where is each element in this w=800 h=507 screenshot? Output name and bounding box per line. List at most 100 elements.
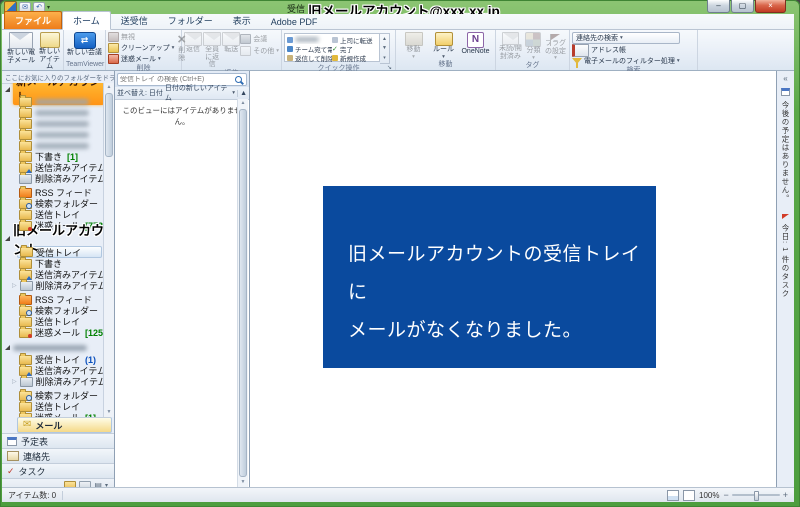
ignore-label: 無視 [121, 34, 135, 41]
todo-bar[interactable]: « 今後の予定はありません。 今日: 1 件のタスク [776, 71, 794, 487]
expander-open-icon[interactable] [5, 87, 10, 92]
quick-steps-gallery: 上司に転送 チーム宛て電子メ... ✓ 完了 返信して削除 [284, 33, 380, 62]
follow-up-label: フラグの設定 [545, 40, 567, 55]
dropdown-icon: ▾ [442, 53, 445, 60]
tab-adobe-pdf[interactable]: Adobe PDF [261, 15, 328, 29]
onenote-button[interactable]: N OneNote [460, 31, 492, 56]
more-respond-label: その他 [253, 48, 275, 55]
junk-button[interactable]: 迷惑メール ▾ [108, 54, 174, 64]
close-button[interactable]: × [755, 0, 786, 13]
quick-steps-scroll[interactable]: ▲ ▼ ▾ [380, 33, 390, 64]
zoom-knob[interactable] [753, 491, 759, 501]
folder-row-deleted[interactable]: 削除済みアイテム [2, 171, 104, 184]
meeting-label: 会議 [253, 36, 268, 43]
module-calendar[interactable]: 予定表 [2, 433, 114, 448]
forward-label: 転送 [224, 46, 239, 53]
quick-step-label: 返信して削除 [295, 55, 332, 63]
tree-scrollbar[interactable]: ▲ ▼ [103, 83, 114, 417]
zoom-track[interactable] [731, 491, 780, 501]
folder-row-redacted[interactable] [2, 105, 104, 118]
zoom-out-icon[interactable]: − [723, 490, 728, 500]
sort-direction-icon[interactable]: ▲ [237, 89, 247, 97]
quick-step-forward-boss[interactable]: 上司に転送 [332, 35, 377, 44]
quick-step-label: 新規作成 [340, 55, 366, 63]
module-mail[interactable]: ✉ メール [17, 417, 112, 433]
sort-by-button[interactable]: 並べ替え: 日付 [117, 88, 163, 98]
reply-all-button[interactable]: 全員に返信 [202, 31, 222, 69]
new-items-icon [39, 32, 60, 48]
tab-folder[interactable]: フォルダー [158, 12, 223, 29]
account-row-old[interactable]: 旧メールアカウント [2, 223, 104, 257]
dropdown-icon: ▾ [232, 90, 236, 96]
quick-step-redacted[interactable] [287, 35, 332, 44]
follow-up-button[interactable]: フラグの設定 ▾ [544, 31, 567, 61]
quick-step-team-email[interactable]: チーム宛て電子メ... [287, 44, 332, 53]
expand-todo-icon[interactable]: « [783, 74, 787, 83]
normal-view-icon[interactable] [667, 489, 679, 501]
ignore-button[interactable]: 無視 [108, 32, 174, 42]
expander-closed-icon[interactable]: ▷ [12, 282, 17, 289]
redacted-folder [35, 98, 89, 105]
quick-step-reply-delete[interactable]: 返信して削除 [287, 53, 332, 62]
scroll-down-icon[interactable]: ▼ [238, 478, 248, 487]
quick-step-done[interactable]: ✓ 完了 [332, 44, 377, 54]
scrollbar-thumb[interactable] [239, 109, 247, 477]
flag-icon [782, 214, 789, 219]
list-scrollbar[interactable]: ▲ ▼ [237, 99, 248, 487]
divider [62, 490, 64, 500]
unread-read-button[interactable]: 未読/開封済み [498, 31, 523, 60]
tab-view[interactable]: 表示 [223, 12, 261, 29]
maximize-button[interactable]: ▢ [731, 0, 754, 13]
find-contact-box[interactable]: 連絡先の検索 ▾ [572, 32, 680, 44]
search-icon[interactable] [235, 75, 242, 83]
zoom-level[interactable]: 100% [699, 491, 719, 500]
module-label: 連絡先 [23, 451, 51, 462]
address-book-button[interactable]: アドレス帳 [572, 43, 680, 57]
scroll-down-icon[interactable]: ▼ [104, 408, 114, 417]
quick-step-icon [287, 36, 293, 43]
folder-row-redacted[interactable] [2, 127, 104, 140]
tab-file[interactable]: ファイル [4, 11, 63, 29]
zoom-slider[interactable]: − + [723, 490, 788, 501]
folder-row-deleted[interactable]: ▷ 削除済みアイテム [2, 278, 104, 291]
no-appointments-text: 今後の予定はありません。 [781, 101, 790, 203]
scroll-up-icon[interactable]: ▲ [104, 83, 114, 92]
categorize-button[interactable]: 分類 ▾ [524, 31, 543, 61]
tab-send-receive[interactable]: 送受信 [111, 12, 158, 29]
quick-step-create-new[interactable]: 新規作成 [332, 53, 377, 62]
item-count: アイテム数: 0 [8, 490, 57, 500]
sort-order-button[interactable]: 日付の新しいアイテム [165, 83, 230, 103]
zoom-in-icon[interactable]: + [783, 490, 788, 500]
ignore-icon [108, 32, 119, 42]
calendar-icon [781, 88, 790, 96]
search-input[interactable] [120, 75, 235, 83]
expander-open-icon[interactable] [5, 236, 10, 241]
module-contacts[interactable]: 連絡先 [2, 448, 114, 463]
email-filter-button[interactable]: 電子メールのフィルター処理 ▾ [572, 56, 680, 68]
rules-button[interactable]: ルール ▾ [430, 31, 458, 60]
forward-button[interactable]: 転送 [222, 31, 241, 54]
folder-row-deleted[interactable]: ▷ 削除済みアイテム [2, 374, 104, 387]
module-tasks[interactable]: ✓ タスク [2, 463, 114, 478]
minimize-button[interactable]: – [707, 0, 730, 13]
move-button[interactable]: 移動 ▾ [400, 31, 428, 60]
expander-open-icon[interactable] [5, 345, 10, 350]
reading-view-icon[interactable] [683, 489, 695, 501]
scroll-up-icon[interactable]: ▲ [238, 99, 248, 108]
qat-dropdown-icon[interactable]: ▾ [47, 4, 50, 11]
new-email-button[interactable]: 新しい電子メール [4, 31, 38, 64]
account-row-new[interactable]: 新メールアカウント [2, 83, 104, 105]
more-respond-button[interactable]: その他 ▾ [240, 46, 279, 56]
move-label: 移動 [406, 46, 421, 53]
new-email-label: 新しい電子メール [7, 49, 36, 64]
cleanup-button[interactable]: クリーンアップ ▾ [108, 43, 174, 53]
tab-home[interactable]: ホーム [62, 11, 111, 30]
folder-row-junk[interactable]: 迷惑メール [125] [2, 325, 104, 338]
group-label-teamviewer: TeamViewer [66, 61, 105, 68]
expander-closed-icon[interactable]: ▷ [12, 378, 17, 385]
reply-button[interactable]: 返信 [184, 31, 202, 54]
folder-row-redacted[interactable] [2, 116, 104, 129]
new-meeting-button[interactable]: ⇄ 新しい会議 [67, 31, 103, 57]
meeting-button[interactable]: 会議 [240, 34, 279, 44]
scrollbar-thumb[interactable] [105, 93, 113, 157]
